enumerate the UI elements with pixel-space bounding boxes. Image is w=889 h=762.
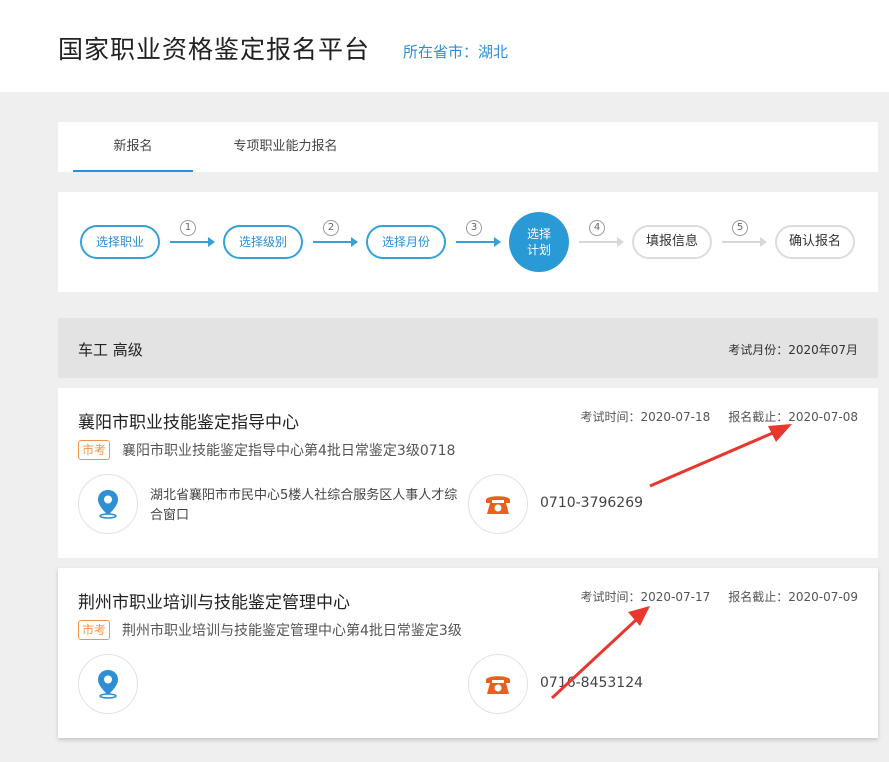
step-arrow-icon <box>456 237 501 247</box>
exam-month: 考试月份：2020年07月 <box>728 343 858 357</box>
plan-card[interactable]: 襄阳市职业技能鉴定指导中心 考试时间：2020-07-18 报名截止：2020-0… <box>58 388 878 558</box>
exam-time: 考试时间：2020-07-18 <box>580 410 711 424</box>
step-number: 3 <box>466 220 482 236</box>
plan-title: 荆州市职业培训与技能鉴定管理中心 <box>78 593 350 613</box>
step-fill-info: 填报信息 <box>632 225 712 259</box>
plan-title: 襄阳市职业技能鉴定指导中心 <box>78 413 299 433</box>
site-title: 国家职业资格鉴定报名平台 <box>58 35 371 64</box>
plan-phone: 0710-3796269 <box>540 495 644 511</box>
plan-dates: 考试时间：2020-07-18 报名截止：2020-07-08 <box>563 408 859 425</box>
step-number: 5 <box>732 220 748 236</box>
location-pin-icon <box>78 654 138 714</box>
step-progress: 选择职业 1 选择级别 2 选择月份 3 选择计划 4 填报信息 5 确认报名 <box>58 192 878 292</box>
province-selector[interactable]: 所在省市：湖北 <box>403 41 508 62</box>
tab-special-ability-registration[interactable]: 专项职业能力报名 <box>208 122 363 172</box>
registration-deadline: 报名截止：2020-07-08 <box>728 410 858 424</box>
job-name: 车工 高级 <box>78 341 143 359</box>
plan-card[interactable]: 荆州市职业培训与技能鉴定管理中心 考试时间：2020-07-17 报名截止：202… <box>58 568 878 738</box>
top-header: 国家职业资格鉴定报名平台 所在省市：湖北 <box>0 0 889 92</box>
step-arrow-icon <box>579 237 624 247</box>
step-number: 1 <box>180 220 196 236</box>
registration-deadline: 报名截止：2020-07-09 <box>728 590 858 604</box>
step-select-level[interactable]: 选择级别 <box>223 225 303 259</box>
step-arrow-icon <box>313 237 358 247</box>
step-number: 2 <box>323 220 339 236</box>
telephone-icon <box>468 474 528 534</box>
step-arrow-icon <box>170 237 215 247</box>
plan-dates: 考试时间：2020-07-17 报名截止：2020-07-09 <box>563 588 859 605</box>
plan-address: 湖北省襄阳市市民中心5楼人社综合服务区人事人才综合窗口 <box>150 488 458 523</box>
step-select-month[interactable]: 选择月份 <box>366 225 446 259</box>
plan-subtitle: 襄阳市职业技能鉴定指导中心第4批日常鉴定3级0718 <box>122 443 456 459</box>
tab-new-registration[interactable]: 新报名 <box>73 122 193 172</box>
step-label: 选择计划 <box>526 227 551 257</box>
step-arrow-icon <box>722 237 767 247</box>
exam-time: 考试时间：2020-07-17 <box>580 590 711 604</box>
plan-phone: 0716-8453124 <box>540 675 644 691</box>
step-confirm: 确认报名 <box>775 225 855 259</box>
telephone-icon <box>468 654 528 714</box>
plan-subtitle: 荆州市职业培训与技能鉴定管理中心第4批日常鉴定3级 <box>122 623 462 639</box>
job-header: 车工 高级 考试月份：2020年07月 <box>58 318 878 378</box>
step-number: 4 <box>589 220 605 236</box>
exam-type-badge: 市考 <box>78 620 110 640</box>
step-select-plan-current: 选择计划 <box>509 212 569 272</box>
exam-type-badge: 市考 <box>78 440 110 460</box>
registration-tabs: 新报名 专项职业能力报名 <box>58 122 878 172</box>
location-pin-icon <box>78 474 138 534</box>
step-select-occupation[interactable]: 选择职业 <box>80 225 160 259</box>
